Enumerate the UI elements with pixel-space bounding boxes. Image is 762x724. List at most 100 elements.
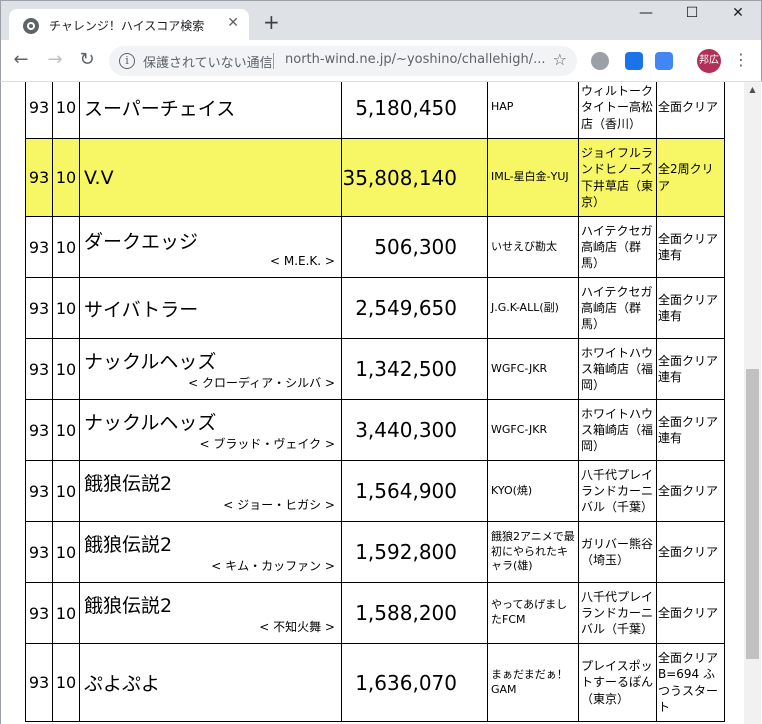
menu-icon[interactable]: ⋮ (733, 49, 749, 71)
info-icon[interactable]: i (119, 53, 135, 69)
stage-cell: 10 (52, 82, 80, 139)
player-cell: WGFC-JKR (487, 399, 579, 461)
game-cell: ナックルヘッズ < クローディア・シルバ > (79, 338, 342, 400)
game-cell: ぷよぷよ (79, 643, 342, 722)
game-cell: スーパーチェイス (79, 82, 342, 139)
globe-icon (23, 18, 39, 34)
profile-avatar[interactable]: 邦広 (697, 49, 721, 73)
bookmark-star-icon[interactable]: ☆ (553, 50, 567, 69)
score-cell: 1,592,800 (341, 521, 488, 583)
score-cell: 2,549,650 (341, 277, 488, 339)
shop-cell: プレイスポットすーるぽん（東京） (578, 643, 657, 722)
game-cell: ナックルヘッズ < ブラッド・ヴェイク > (79, 399, 342, 461)
omnibox-divider (273, 53, 274, 69)
stage-cell: 10 (52, 216, 80, 278)
tab-title: チャレンジ！ハイスコア検索 (49, 19, 205, 33)
browser-toolbar: ← → ↻ i 保護されていない通信 north-wind.ne.jp/~yos… (0, 40, 762, 82)
game-cell: サイバトラー (79, 277, 342, 339)
stage-cell: 10 (52, 277, 80, 339)
level-cell: 93 (25, 399, 53, 461)
player-cell: J.G.K-ALL(副) (487, 277, 579, 339)
game-title: V.V (84, 166, 114, 189)
level-cell: 93 (25, 643, 53, 722)
player-cell: 餓狼2アニメで最初にやられたキャラ(雄) (487, 521, 579, 583)
game-title: 餓狼伝説2 (84, 534, 173, 556)
note-cell: 全面クリア (656, 82, 725, 139)
address-bar[interactable]: i 保護されていない通信 north-wind.ne.jp/~yoshino/c… (109, 46, 577, 76)
extension-comment-icon[interactable] (655, 52, 673, 70)
note-cell: 全面クリア連有 (656, 338, 725, 400)
score-cell: 1,636,070 (341, 643, 488, 722)
forward-button[interactable]: → (43, 49, 67, 71)
game-cell: 餓狼伝説2 < キム・カッファン > (79, 521, 342, 583)
maximize-button[interactable]: ☐ (669, 5, 715, 21)
reload-button[interactable]: ↻ (75, 49, 99, 71)
scroll-up-arrow-icon[interactable]: ▲ (744, 82, 761, 98)
score-cell: 506,300 (341, 216, 488, 278)
score-cell: 35,808,140 (341, 138, 488, 217)
note-cell: 全面クリア連有 (656, 216, 725, 278)
security-status: 保護されていない通信 (143, 56, 273, 71)
shop-cell: ガリバー熊谷（埼玉） (578, 521, 657, 583)
game-subtitle: < 不知火舞 > (259, 620, 335, 634)
extension-chat-icon[interactable] (591, 52, 609, 70)
stage-cell: 10 (52, 521, 80, 583)
player-cell: HAP (487, 82, 579, 139)
url-text[interactable]: north-wind.ne.jp/~yoshino/challehigh/... (285, 52, 545, 67)
game-title: 餓狼伝説2 (84, 595, 173, 617)
game-cell: ダークエッジ < M.E.K. > (79, 216, 342, 278)
tab-close-icon[interactable]: ✕ (227, 15, 239, 31)
table-row: 93 10 餓狼伝説2 < 不知火舞 > 1,588,200 やってあげましたFCM 八千代… (25, 582, 725, 644)
stage-cell: 10 (52, 460, 80, 522)
score-cell: 1,588,200 (341, 582, 488, 644)
game-subtitle: < ジョー・ヒガシ > (223, 498, 335, 512)
score-cell: 1,342,500 (341, 338, 488, 400)
shop-cell: ホワイトハウス箱崎店（福岡） (578, 399, 657, 461)
shop-cell: ホワイトハウス箱崎店（福岡） (578, 338, 657, 400)
browser-tab[interactable]: チャレンジ！ハイスコア検索 ✕ (9, 9, 249, 41)
table-row: 93 10 サイバトラー 2,549,650 J.G.K-ALL(副) ハイテクセガ高崎店… (25, 277, 725, 339)
scroll-thumb[interactable] (746, 369, 759, 659)
back-button[interactable]: ← (9, 49, 33, 71)
player-cell: IML-星白金-YUJ (487, 138, 579, 217)
extension-b-icon[interactable] (625, 52, 643, 70)
new-tab-button[interactable]: + (263, 12, 280, 32)
window-close-button[interactable]: ✕ (715, 5, 761, 21)
table-row: 93 10 餓狼伝説2 < ジョー・ヒガシ > 1,564,900 KYO(焼) 八千代プレ… (25, 460, 725, 522)
game-title: 餓狼伝説2 (84, 473, 173, 495)
level-cell: 93 (25, 338, 53, 400)
game-cell: 餓狼伝説2 < ジョー・ヒガシ > (79, 460, 342, 522)
minimize-button[interactable]: — (623, 5, 669, 21)
game-title: ダークエッジ (84, 230, 199, 253)
level-cell: 93 (25, 521, 53, 583)
table-row: 93 10 ナックルヘッズ < ブラッド・ヴェイク > 3,440,300 WGFC-JK… (25, 399, 725, 461)
game-subtitle: < クローディア・シルバ > (188, 376, 335, 390)
table-row: 93 10 ぷよぷよ 1,636,070 まぁだまだぁ！GAM プレイスポットすーるぽん（… (25, 643, 725, 722)
table-row: 93 10 ダークエッジ < M.E.K. > 506,300 いせえび勘太 ハイテクセガ高… (25, 216, 725, 278)
stage-cell: 10 (52, 399, 80, 461)
note-cell: 全面クリア (656, 460, 725, 522)
note-cell: 全面クリアB=694 ふつうスタート (656, 643, 725, 722)
score-table: 93 10 スーパーチェイス 5,180,450 HAP ウィルトークタイトー高松店（香川… (25, 82, 725, 722)
page-viewport: 93 10 スーパーチェイス 5,180,450 HAP ウィルトークタイトー高松店（香川… (0, 82, 762, 724)
score-cell: 1,564,900 (341, 460, 488, 522)
game-subtitle: < ブラッド・ヴェイク > (199, 437, 336, 451)
game-title: ぷよぷよ (84, 673, 161, 695)
game-title: スーパーチェイス (84, 98, 236, 120)
shop-cell: 八千代プレイランドカーニバル（千葉） (578, 460, 657, 522)
note-cell: 全面クリア (656, 582, 725, 644)
level-cell: 93 (25, 582, 53, 644)
level-cell: 93 (25, 460, 53, 522)
shop-cell: 八千代プレイランドカーニバル（千葉） (578, 582, 657, 644)
note-cell: 全面クリア (656, 521, 725, 583)
browser-titlebar: チャレンジ！ハイスコア検索 ✕ + — ☐ ✕ (0, 0, 762, 41)
stage-cell: 10 (52, 338, 80, 400)
table-row: 93 10 餓狼伝説2 < キム・カッファン > 1,592,800 餓狼2アニメで最初に… (25, 521, 725, 583)
vertical-scrollbar[interactable]: ▲ (744, 82, 761, 724)
level-cell: 93 (25, 277, 53, 339)
game-subtitle: < M.E.K. > (270, 253, 335, 268)
shop-cell: ハイテクセガ高崎店（群馬） (578, 277, 657, 339)
player-cell: やってあげましたFCM (487, 582, 579, 644)
game-title: ナックルヘッズ (84, 412, 217, 434)
note-cell: 全面クリア連有 (656, 277, 725, 339)
